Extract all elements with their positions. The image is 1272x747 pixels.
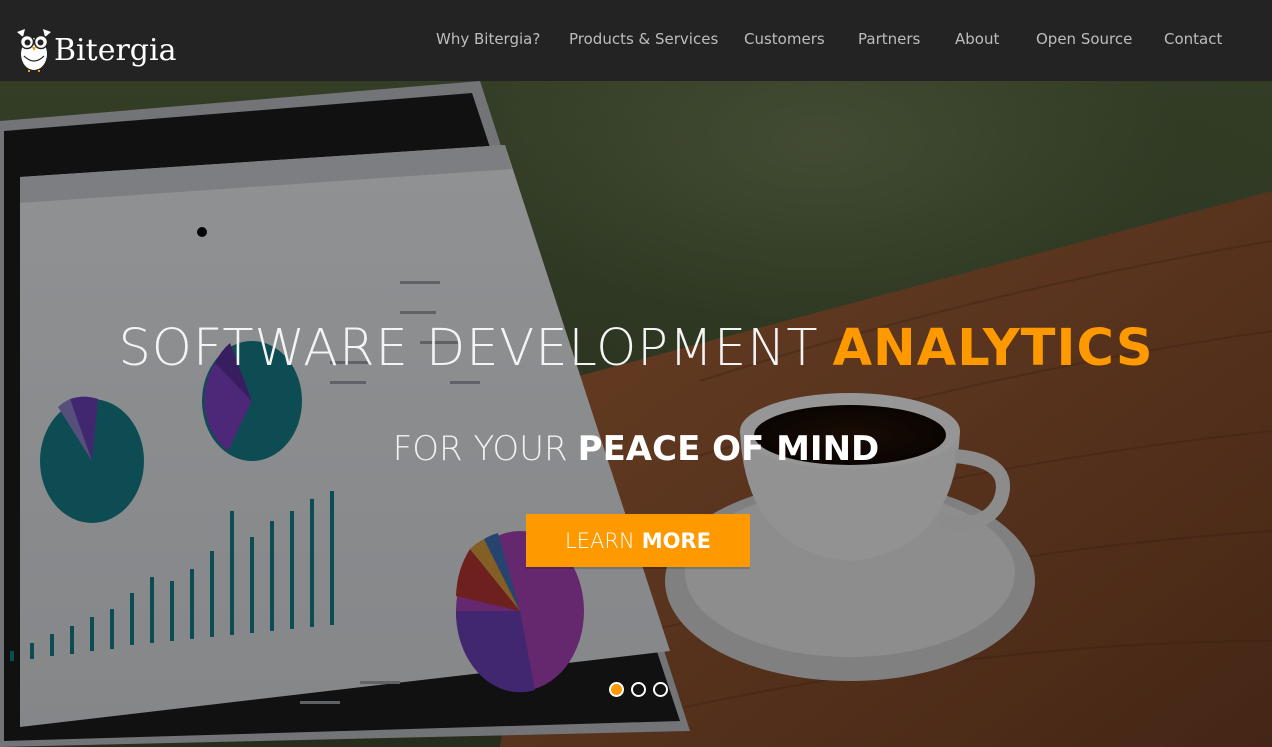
hero-subheadline: FOR YOUR PEACE OF MIND (0, 427, 1272, 471)
subline-light-text: FOR YOUR (392, 429, 568, 469)
nav-item-customers[interactable]: Customers (744, 30, 825, 48)
hero-dark-overlay (0, 81, 1272, 747)
cta-light-text: LEARN (565, 528, 635, 553)
slider-pagination (0, 682, 1272, 697)
nav-item-contact[interactable]: Contact (1164, 30, 1222, 48)
hero-slider: SOFTWARE DEVELOPMENT ANALYTICS FOR YOUR PE… (0, 81, 1272, 747)
learn-more-button[interactable]: LEARN MORE (526, 514, 750, 567)
subline-bold-text: PEACE OF MIND (577, 429, 880, 469)
nav-item-partners[interactable]: Partners (858, 30, 920, 48)
hero-headline: SOFTWARE DEVELOPMENT ANALYTICS (0, 319, 1272, 379)
slider-dot-1[interactable] (608, 682, 624, 697)
nav-item-about[interactable]: About (955, 30, 999, 48)
headline-light-text: SOFTWARE DEVELOPMENT (118, 319, 819, 378)
nav-item-products-services[interactable]: Products & Services (569, 30, 718, 48)
nav-item-open-source[interactable]: Open Source (1036, 30, 1132, 48)
navbar: Bitergia Why Bitergia? Products & Servic… (0, 0, 1272, 81)
slider-dot-2[interactable] (630, 682, 646, 697)
cta-bold-text: MORE (641, 528, 711, 553)
page: Bitergia Why Bitergia? Products & Servic… (0, 0, 1272, 747)
slider-dot-3[interactable] (652, 682, 668, 697)
main-nav: Why Bitergia? Products & Services Custom… (0, 0, 1272, 81)
headline-accent-text: ANALYTICS (832, 319, 1154, 378)
nav-item-why-bitergia[interactable]: Why Bitergia? (436, 30, 540, 48)
